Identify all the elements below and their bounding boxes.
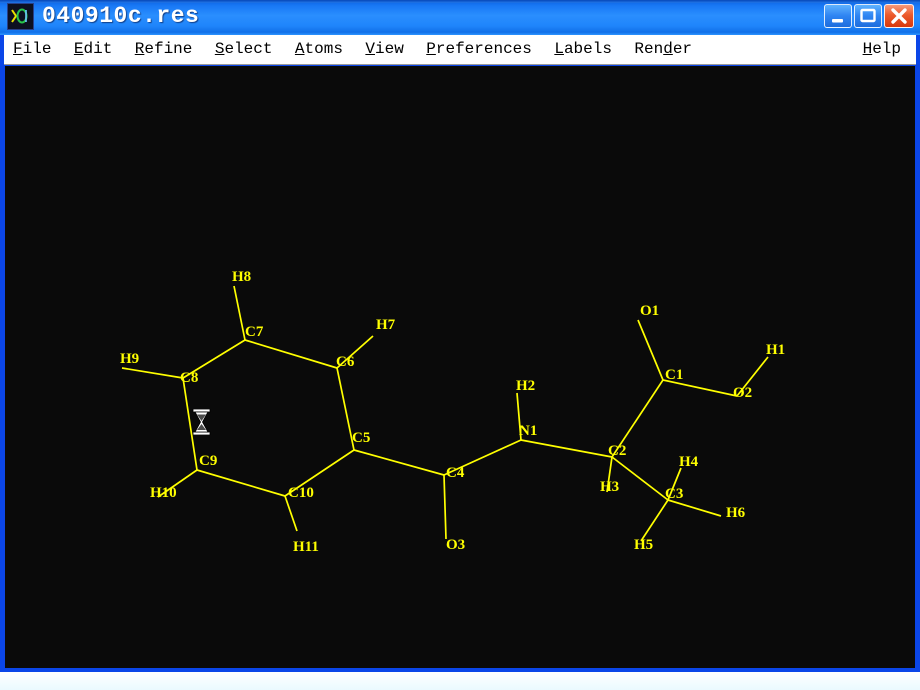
atom-label-C7[interactable]: C7 — [245, 324, 264, 340]
atom-label-H9[interactable]: H9 — [120, 351, 139, 367]
atom-label-C3[interactable]: C3 — [665, 486, 683, 502]
bond-C3-H6 — [667, 499, 722, 517]
bond-C9-C10 — [196, 469, 286, 497]
bond-C10-H11 — [284, 495, 298, 532]
bond-C4-C5 — [353, 449, 445, 476]
menu-item-preferences[interactable]: Preferences — [417, 35, 541, 64]
bond-C4-O3 — [443, 474, 447, 540]
atom-label-C9[interactable]: C9 — [199, 453, 217, 469]
bond-C7-H8 — [233, 285, 246, 341]
bond-O1-C1 — [637, 319, 664, 381]
atom-label-H11[interactable]: H11 — [293, 539, 319, 555]
maximize-button[interactable] — [854, 4, 882, 28]
atom-label-H4[interactable]: H4 — [679, 454, 699, 470]
atom-label-H2[interactable]: H2 — [516, 378, 535, 394]
menu-item-help[interactable]: Help — [854, 35, 910, 64]
close-button[interactable] — [884, 4, 914, 28]
menu-item-render[interactable]: Render — [625, 35, 701, 64]
atom-label-C8[interactable]: C8 — [180, 370, 198, 386]
atom-label-C6[interactable]: C6 — [336, 354, 355, 370]
atom-label-C2[interactable]: C2 — [608, 443, 626, 459]
bond-C8-C9 — [182, 377, 198, 471]
atom-label-C4[interactable]: C4 — [446, 465, 465, 481]
application-window: 040910c.res File Edit Refine Select Atom… — [0, 0, 920, 672]
atom-label-O2[interactable]: O2 — [733, 385, 752, 401]
atom-label-C1[interactable]: C1 — [665, 367, 683, 383]
atom-label-layer: O1 C1 O2 H1 C2 H3 C3 H4 H5 H6 N1 H2 C4 O3 C5 C6 H7 C7 H8 C8… — [120, 269, 785, 555]
atom-label-C5[interactable]: C5 — [352, 430, 370, 446]
atom-label-H6[interactable]: H6 — [726, 505, 746, 521]
menu-item-edit[interactable]: Edit — [65, 35, 121, 64]
bond-layer — [121, 285, 769, 542]
atom-label-O3[interactable]: O3 — [446, 537, 465, 553]
bond-C2-C3 — [611, 456, 669, 501]
atom-label-C10[interactable]: C10 — [288, 485, 314, 501]
atom-label-H5[interactable]: H5 — [634, 537, 653, 553]
minimize-button[interactable] — [824, 4, 852, 28]
menu-item-select[interactable]: Select — [206, 35, 282, 64]
atom-label-N1[interactable]: N1 — [519, 423, 537, 439]
molecule-viewport[interactable]: O1 C1 O2 H1 C2 H3 C3 H4 H5 H6 N1 H2 C4 O3 C5 C6 H7 C7 H8 C8… — [5, 66, 915, 668]
atom-label-O1[interactable]: O1 — [640, 303, 659, 319]
menu-item-file[interactable]: File — [4, 35, 60, 64]
atom-label-H1[interactable]: H1 — [766, 342, 785, 358]
desktop-background — [0, 672, 920, 690]
bond-C2-N1 — [520, 439, 613, 458]
molecule-app-icon — [7, 3, 34, 30]
window-title: 040910c.res — [42, 3, 200, 29]
menu-item-labels[interactable]: Labels — [545, 35, 621, 64]
menu-item-refine[interactable]: Refine — [126, 35, 202, 64]
atom-label-H10[interactable]: H10 — [150, 485, 177, 501]
molecule-drawing: O1 C1 O2 H1 C2 H3 C3 H4 H5 H6 N1 H2 C4 O3 C5 C6 H7 C7 H8 C8… — [120, 269, 785, 555]
atom-label-H3[interactable]: H3 — [600, 479, 619, 495]
bond-C3-H5 — [640, 499, 669, 542]
title-bar: 040910c.res — [0, 0, 920, 35]
menu-item-view[interactable]: View — [356, 35, 412, 64]
atom-label-H8[interactable]: H8 — [232, 269, 251, 285]
menu-bar: File Edit Refine Select Atoms View Prefe… — [4, 35, 916, 65]
menu-item-atoms[interactable]: Atoms — [286, 35, 352, 64]
bond-C6-C7 — [244, 339, 338, 369]
atom-label-H7[interactable]: H7 — [376, 317, 396, 333]
bond-C8-H9 — [121, 367, 184, 379]
